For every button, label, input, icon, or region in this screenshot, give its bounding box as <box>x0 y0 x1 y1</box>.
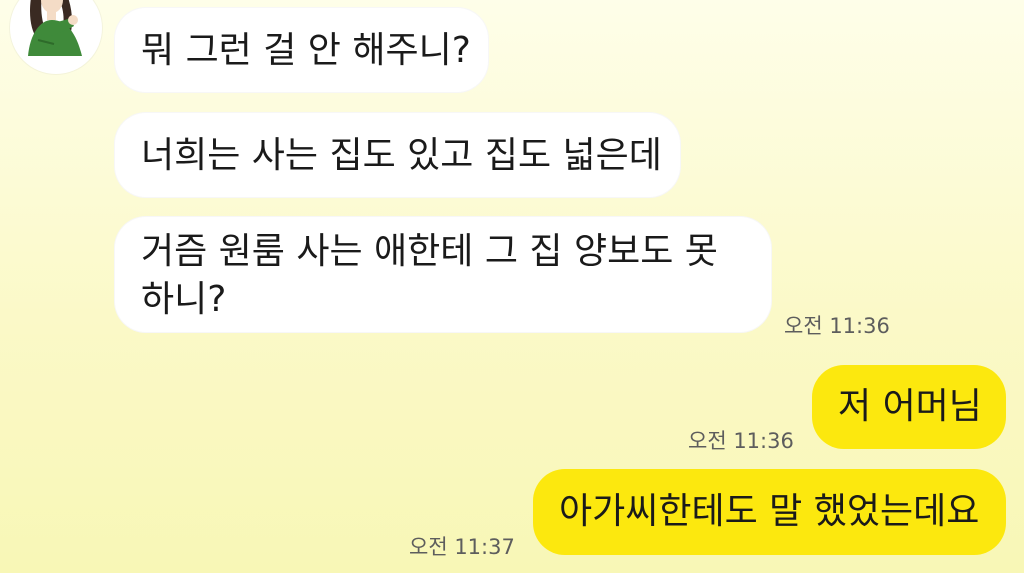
message-text: 너희는 사는 집도 있고 집도 넓은데 <box>141 135 662 176</box>
message-timestamp: 오전 11:36 <box>784 314 890 338</box>
message-text: 저 어머님 <box>838 386 982 427</box>
incoming-message-bubble[interactable]: 뭐 그런 걸 안 해주니? <box>114 7 489 93</box>
message-text: 거즘 원룸 사는 애한테 그 집 양보도 못 하니? <box>141 231 718 320</box>
sender-avatar[interactable] <box>10 0 102 74</box>
outgoing-message-bubble[interactable]: 아가씨한테도 말 했었는데요 <box>533 469 1006 555</box>
outgoing-message-bubble[interactable]: 저 어머님 <box>812 365 1006 449</box>
message-text: 아가씨한테도 말 했었는데요 <box>559 491 980 532</box>
message-timestamp: 오전 11:36 <box>688 429 794 453</box>
incoming-message-bubble[interactable]: 너희는 사는 집도 있고 집도 넓은데 <box>114 112 681 198</box>
message-timestamp: 오전 11:37 <box>409 535 515 559</box>
person-avatar-icon <box>28 0 82 56</box>
message-text: 뭐 그런 걸 안 해주니? <box>141 30 471 71</box>
incoming-message-bubble[interactable]: 거즘 원룸 사는 애한테 그 집 양보도 못 하니? <box>114 216 772 333</box>
